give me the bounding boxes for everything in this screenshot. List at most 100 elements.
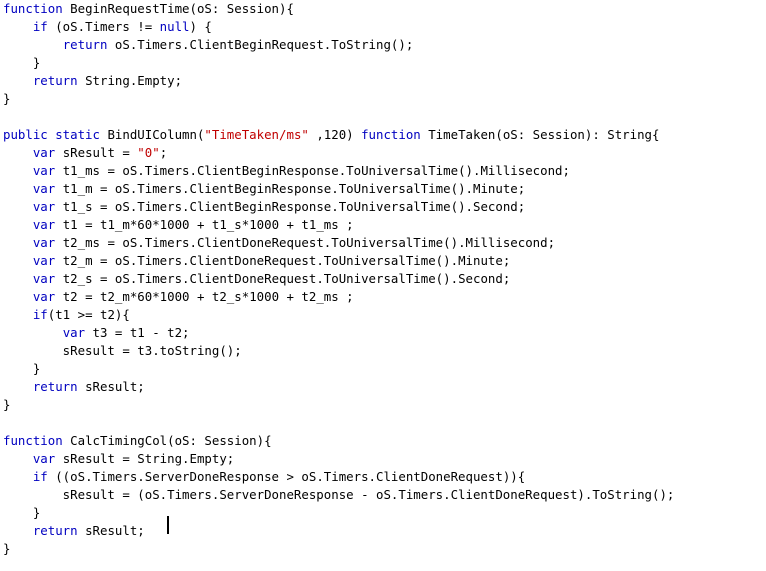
code-identifier: }	[3, 505, 41, 520]
code-keyword: null	[159, 19, 190, 34]
code-line: var t1 = t1_m*60*1000 + t1_s*1000 + t1_m…	[3, 216, 674, 234]
code-identifier	[3, 289, 33, 304]
code-identifier	[3, 307, 33, 322]
code-string: "0"	[137, 145, 160, 160]
code-line: if (oS.Timers != null) {	[3, 18, 674, 36]
code-identifier: sResult = (oS.Timers.ServerDoneResponse …	[3, 487, 675, 502]
code-line: return sResult;	[3, 378, 674, 396]
code-keyword: if	[32, 307, 48, 322]
code-keyword: var	[62, 325, 86, 340]
code-keyword: return	[32, 379, 78, 394]
code-identifier	[3, 523, 33, 538]
code-keyword: return	[32, 523, 78, 538]
code-identifier: ,120)	[308, 127, 362, 142]
code-keyword: function	[3, 433, 63, 448]
code-identifier: sResult =	[55, 145, 138, 160]
code-keyword: public static	[3, 127, 100, 142]
code-line: }	[3, 396, 674, 414]
code-keyword: var	[32, 289, 56, 304]
code-identifier: }	[3, 91, 11, 106]
code-line: var t1_s = oS.Timers.ClientBeginResponse…	[3, 198, 674, 216]
code-line: if ((oS.Timers.ServerDoneResponse > oS.T…	[3, 468, 674, 486]
code-keyword: if	[32, 469, 48, 484]
code-identifier	[3, 73, 33, 88]
code-identifier: ;	[159, 145, 168, 160]
code-identifier: TimeTaken(oS: Session): String{	[420, 127, 660, 142]
code-identifier: }	[3, 361, 41, 376]
code-line: var t3 = t1 - t2;	[3, 324, 674, 342]
code-identifier	[3, 145, 33, 160]
code-identifier: CalcTimingCol(oS: Session){	[62, 433, 272, 448]
code-identifier: t2_ms = oS.Timers.ClientDoneRequest.ToUn…	[55, 235, 556, 250]
code-line: var t2_ms = oS.Timers.ClientDoneRequest.…	[3, 234, 674, 252]
code-keyword: return	[62, 37, 108, 52]
code-line: }	[3, 90, 674, 108]
code-editor-surface[interactable]: function BeginRequestTime(oS: Session){ …	[0, 0, 766, 571]
code-identifier	[3, 181, 33, 196]
code-line: return sResult;	[3, 522, 674, 540]
code-line: sResult = t3.toString();	[3, 342, 674, 360]
code-line: }	[3, 504, 674, 522]
code-keyword: var	[32, 271, 56, 286]
code-identifier: }	[3, 541, 11, 556]
code-keyword: var	[32, 145, 56, 160]
code-identifier	[3, 19, 33, 34]
code-identifier: }	[3, 55, 41, 70]
code-identifier: String.Empty;	[77, 73, 183, 88]
code-keyword: return	[32, 73, 78, 88]
code-text[interactable]: function BeginRequestTime(oS: Session){ …	[3, 0, 674, 571]
code-line: function CalcTimingCol(oS: Session){	[3, 432, 674, 450]
code-identifier: (oS.Timers !=	[47, 19, 160, 34]
code-identifier: t1_ms = oS.Timers.ClientBeginResponse.To…	[55, 163, 570, 178]
code-identifier: t1 = t1_m*60*1000 + t1_s*1000 + t1_ms ;	[55, 217, 354, 232]
code-line: var t2 = t2_m*60*1000 + t2_s*1000 + t2_m…	[3, 288, 674, 306]
code-keyword: var	[32, 199, 56, 214]
code-keyword: var	[32, 163, 56, 178]
code-identifier: t2 = t2_m*60*1000 + t2_s*1000 + t2_ms ;	[55, 289, 354, 304]
code-keyword: var	[32, 235, 56, 250]
code-identifier: t1_s = oS.Timers.ClientBeginResponse.ToU…	[55, 199, 526, 214]
code-identifier	[3, 325, 63, 340]
code-keyword: function	[361, 127, 421, 142]
code-identifier: sResult;	[77, 523, 145, 538]
code-line: sResult = (oS.Timers.ServerDoneResponse …	[3, 486, 675, 504]
code-keyword: var	[32, 181, 56, 196]
code-identifier: oS.Timers.ClientBeginRequest.ToString();	[107, 37, 414, 52]
code-identifier: ((oS.Timers.ServerDoneResponse > oS.Time…	[47, 469, 526, 484]
code-line: if(t1 >= t2){	[3, 306, 674, 324]
code-line: var t2_s = oS.Timers.ClientDoneRequest.T…	[3, 270, 674, 288]
code-identifier: sResult = String.Empty;	[55, 451, 235, 466]
text-caret	[167, 516, 169, 534]
code-line: }	[3, 540, 674, 558]
code-identifier	[3, 451, 33, 466]
code-keyword: var	[32, 253, 56, 268]
code-identifier	[3, 235, 33, 250]
code-line: function BeginRequestTime(oS: Session){	[3, 0, 674, 18]
code-identifier: sResult;	[77, 379, 145, 394]
code-line: var t1_ms = oS.Timers.ClientBeginRespons…	[3, 162, 674, 180]
code-identifier: (t1 >= t2){	[47, 307, 130, 322]
code-line: var sResult = String.Empty;	[3, 450, 674, 468]
code-identifier: BindUIColumn(	[99, 127, 205, 142]
code-identifier: t1_m = oS.Timers.ClientBeginResponse.ToU…	[55, 181, 526, 196]
code-line: }	[3, 360, 674, 378]
code-line: var sResult = "0";	[3, 144, 674, 162]
code-line: var t1_m = oS.Timers.ClientBeginResponse…	[3, 180, 674, 198]
code-identifier	[3, 379, 33, 394]
code-keyword: function	[3, 1, 63, 16]
code-line: return oS.Timers.ClientBeginRequest.ToSt…	[3, 36, 674, 54]
code-identifier	[3, 199, 33, 214]
code-identifier	[3, 217, 33, 232]
code-identifier: t2_m = oS.Timers.ClientDoneRequest.ToUni…	[55, 253, 511, 268]
code-keyword: var	[32, 451, 56, 466]
code-keyword: var	[32, 217, 56, 232]
code-string: "TimeTaken/ms"	[204, 127, 309, 142]
code-identifier: t2_s = oS.Timers.ClientDoneRequest.ToUni…	[55, 271, 511, 286]
code-identifier	[3, 37, 63, 52]
code-identifier: sResult = t3.toString();	[3, 343, 242, 358]
code-identifier	[3, 253, 33, 268]
code-line: }	[3, 54, 674, 72]
